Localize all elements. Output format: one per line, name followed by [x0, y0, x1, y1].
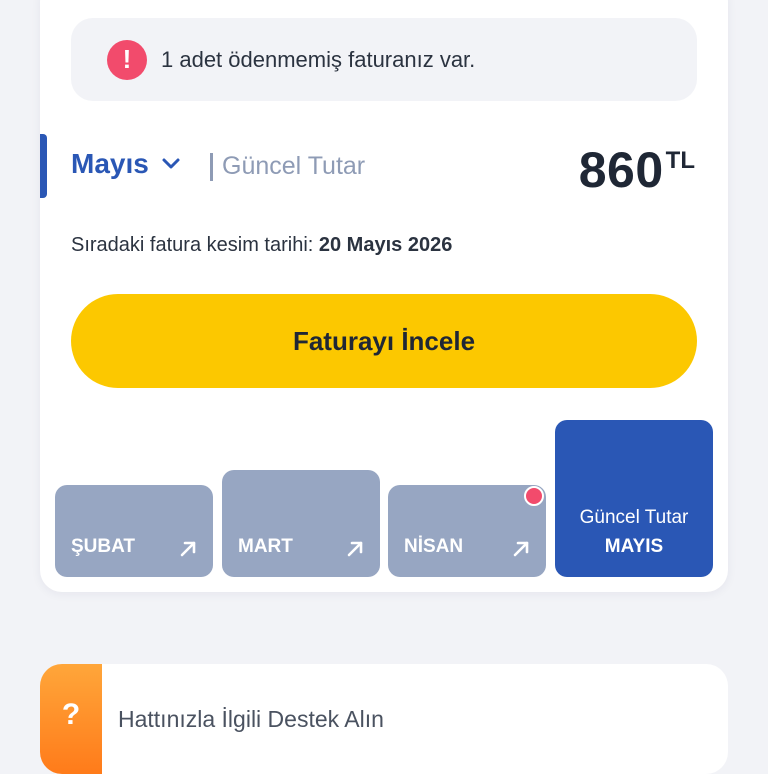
month-tile-subat[interactable]: ŞUBAT: [55, 485, 213, 577]
next-invoice-date-value: 20 Mayıs 2026: [318, 234, 453, 256]
support-card[interactable]: ? Hattınızla İlgili Destek Alın: [40, 664, 728, 774]
arrow-up-right-icon: [347, 541, 363, 557]
current-tile-month: MAYIS: [604, 536, 664, 557]
month-selector-label: Mayıs: [71, 148, 149, 179]
unpaid-invoice-alert[interactable]: ! 1 adet ödenmemiş faturanız var.: [71, 18, 697, 101]
help-icon: ?: [40, 664, 102, 774]
arrow-up-right-icon: [180, 541, 196, 557]
accent-bar: [40, 134, 47, 198]
next-invoice-prefix: Sıradaki fatura kesim tarihi:: [71, 234, 319, 256]
currency-label: TL: [665, 147, 695, 174]
month-tile-mart[interactable]: MART: [222, 470, 380, 577]
month-tile-label: NİSAN: [404, 536, 464, 557]
amount-value: 860: [578, 142, 664, 198]
month-tile-current[interactable]: Güncel Tutar MAYIS: [555, 420, 713, 577]
next-invoice-date: Sıradaki fatura kesim tarihi: 20 Mayıs 2…: [71, 234, 452, 257]
exclamation-icon: !: [107, 39, 147, 80]
month-tile-label: MART: [238, 536, 293, 557]
support-text: Hattınızla İlgili Destek Alın: [118, 706, 384, 732]
month-tile-label: ŞUBAT: [71, 536, 136, 557]
month-tile-nisan[interactable]: NİSAN: [388, 485, 546, 577]
current-tile-label: Güncel Tutar: [579, 507, 689, 528]
month-selector[interactable]: Mayıs: [71, 148, 181, 180]
arrow-up-right-icon: [513, 541, 529, 557]
unpaid-indicator-dot: [524, 486, 544, 506]
alert-text: 1 adet ödenmemiş faturanız var.: [161, 46, 476, 72]
current-amount: 860 TL: [579, 142, 695, 198]
current-amount-label: Güncel Tutar: [222, 152, 366, 180]
view-invoice-button[interactable]: Faturayı İncele: [71, 294, 697, 388]
divider: [210, 153, 213, 181]
chevron-down-icon: [162, 158, 180, 169]
